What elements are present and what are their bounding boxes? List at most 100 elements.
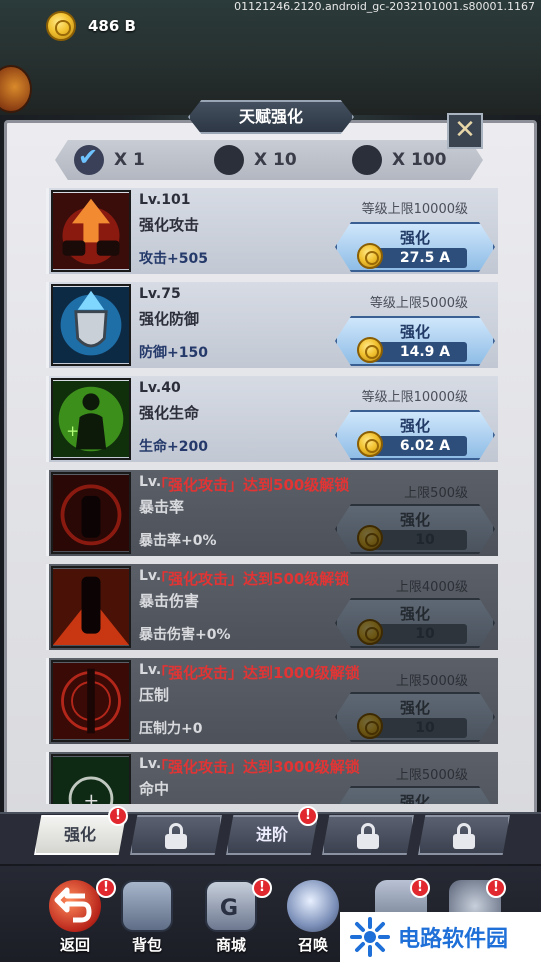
upgrade-price: 10	[371, 718, 467, 738]
lock-icon	[357, 822, 379, 849]
upgrade-label: 强化	[399, 229, 430, 247]
talent-effect: 防御+150	[139, 345, 208, 361]
talent-name: 强化攻击	[139, 216, 200, 234]
talent-list[interactable]: Lv.101 强化攻击 攻击+505 等级上限10000级 强化 27.5 A …	[46, 188, 498, 804]
upgrade-button-disabled[interactable]: 强化 10	[335, 598, 495, 648]
lock-icon	[165, 822, 187, 849]
talent-name: 强化生命	[139, 404, 200, 422]
talent-level: Lv.101	[139, 192, 191, 208]
unlock-requirement: 「强化攻击」达到1000级解锁	[153, 664, 360, 682]
svg-text:+: +	[66, 422, 79, 440]
upgrade-label: 强化	[399, 793, 430, 804]
unlock-requirement: 「强化攻击」达到3000级解锁	[153, 758, 360, 776]
build-info: 01121246.2120.android_gc-2032101001.s800…	[234, 0, 535, 13]
attack-talent-icon	[51, 190, 131, 272]
multiplier-x10[interactable]: X 10	[214, 140, 297, 180]
accuracy-talent-icon: +	[51, 754, 131, 804]
talent-level-cap: 上限5000级	[395, 768, 468, 783]
suppression-talent-icon	[51, 660, 131, 742]
multiplier-label: X 1	[114, 150, 145, 170]
multiplier-x1[interactable]: ✔ X 1	[74, 140, 145, 180]
crit-rate-talent-icon	[51, 472, 131, 554]
upgrade-button-disabled[interactable]: 强化 10	[335, 504, 495, 554]
talent-row-crit-rate: Lv. 「强化攻击」达到500级解锁 暴击率 暴击率+0% 上限500级 强化 …	[46, 470, 498, 556]
alert-badge: !	[410, 878, 430, 898]
currency-display: 486 B	[46, 10, 136, 42]
svg-text:G: G	[220, 895, 238, 921]
upgrade-label: 强化	[399, 323, 430, 341]
talent-level-cap: 等级上限10000级	[361, 390, 468, 405]
upgrade-label: 强化	[399, 417, 430, 435]
close-button[interactable]: ✕	[447, 113, 483, 149]
tab-locked-3[interactable]	[418, 815, 510, 855]
radio-icon	[352, 145, 382, 175]
upgrade-label: 强化	[399, 699, 430, 717]
upgrade-button-disabled[interactable]: 强化	[335, 786, 495, 804]
gold-coin-icon	[357, 431, 383, 457]
alert-badge: !	[96, 878, 116, 898]
panel-title: 天赋强化	[188, 100, 354, 134]
upgrade-button[interactable]: 强化 27.5 A	[335, 222, 495, 272]
talent-row-health: + Lv.40 强化生命 生命+200 等级上限10000级 强化 6.02 A	[46, 376, 498, 462]
watermark-text: 电路软件园	[398, 927, 509, 952]
talent-level: Lv.75	[139, 286, 181, 302]
radio-checked-icon: ✔	[74, 143, 104, 175]
multiplier-label: X 100	[392, 150, 447, 170]
multiplier-x100[interactable]: X 100	[352, 140, 447, 180]
upgrade-button[interactable]: 强化 14.9 A	[335, 316, 495, 366]
talent-level-cap: 等级上限10000级	[361, 202, 468, 217]
alert-badge: !	[298, 806, 318, 826]
talent-name: 暴击伤害	[139, 592, 200, 610]
talent-level-cap: 上限5000级	[395, 674, 468, 689]
upgrade-price: 6.02 A	[371, 436, 467, 456]
nav-label: 背包	[131, 936, 162, 954]
summon-orb-icon	[287, 880, 339, 932]
gold-coin-icon	[357, 713, 383, 739]
alert-badge: !	[108, 806, 128, 826]
alert-badge: !	[486, 878, 506, 898]
unlock-requirement: 「强化攻击」达到500级解锁	[153, 570, 350, 588]
crit-damage-talent-icon	[51, 566, 131, 648]
unlock-requirement: 「强化攻击」达到500级解锁	[153, 476, 350, 494]
game-screen: { "resource": {"amount": "486 B"}, "buil…	[0, 0, 541, 962]
talent-name: 压制	[139, 686, 170, 704]
upgrade-price: 10	[371, 624, 467, 644]
upgrade-label: 强化	[399, 605, 430, 623]
talent-effect: 压制力+0	[139, 721, 203, 737]
shop-icon: G	[205, 880, 257, 932]
defense-talent-icon	[51, 284, 131, 366]
nav-backpack[interactable]: 背包	[112, 880, 182, 955]
talent-level-cap: 等级上限5000级	[369, 296, 468, 311]
backpack-icon	[121, 880, 173, 932]
nav-summon[interactable]: 召唤	[278, 880, 348, 955]
watermark: 电路软件园	[340, 912, 541, 962]
upgrade-price: 14.9 A	[371, 342, 467, 362]
gold-coin-icon	[357, 243, 383, 269]
alert-badge: !	[252, 878, 272, 898]
gold-coin-icon	[357, 525, 383, 551]
currency-amount: 486 B	[88, 17, 136, 35]
watermark-logo-icon	[350, 917, 390, 957]
tab-locked-1[interactable]	[130, 815, 222, 855]
nav-label: 返回	[59, 936, 90, 954]
svg-text:+: +	[83, 789, 99, 804]
radio-icon	[214, 145, 244, 175]
upgrade-button[interactable]: 强化 6.02 A	[335, 410, 495, 460]
tab-locked-2[interactable]	[322, 815, 414, 855]
gold-coin-icon	[46, 11, 76, 41]
talent-name: 强化防御	[139, 310, 200, 328]
nav-label: 召唤	[297, 936, 328, 954]
health-talent-icon: +	[51, 378, 131, 460]
multiplier-label: X 10	[254, 150, 297, 170]
talent-row-crit-damage: Lv. 「强化攻击」达到500级解锁 暴击伤害 暴击伤害+0% 上限4000级 …	[46, 564, 498, 650]
upgrade-label: 强化	[399, 511, 430, 529]
talent-row-suppression: Lv. 「强化攻击」达到1000级解锁 压制 压制力+0 上限5000级 强化 …	[46, 658, 498, 744]
talent-effect: 生命+200	[139, 439, 208, 455]
upgrade-price: 10	[371, 530, 467, 550]
talent-effect: 暴击伤害+0%	[139, 627, 231, 643]
talent-name: 暴击率	[139, 498, 185, 516]
gold-coin-icon	[357, 337, 383, 363]
talent-level-cap: 上限4000级	[395, 580, 468, 595]
upgrade-price: 27.5 A	[371, 248, 467, 268]
upgrade-button-disabled[interactable]: 强化 10	[335, 692, 495, 742]
